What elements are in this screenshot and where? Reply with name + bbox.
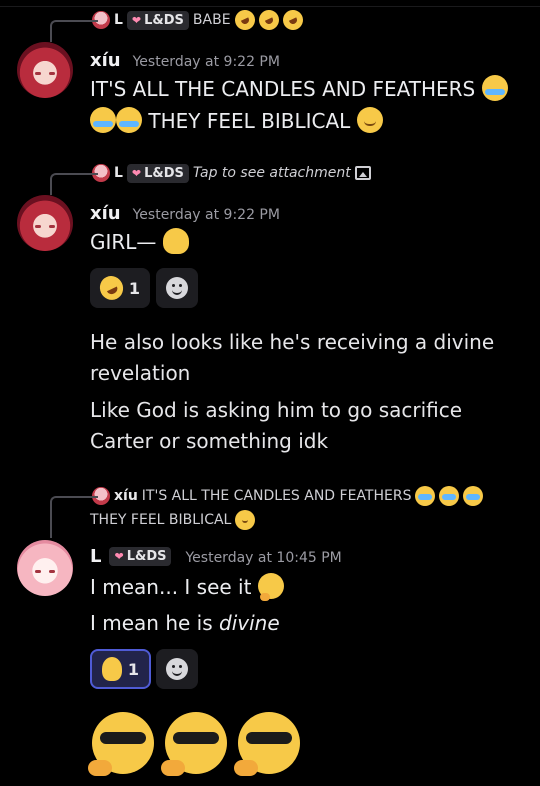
top-divider	[0, 6, 540, 7]
reply-preview-1[interactable]: L ❤ L&DS BABE	[50, 6, 306, 42]
cool-face-icon	[234, 712, 300, 776]
reply-preview-3-line2[interactable]: THEY FEEL BIBLICAL	[90, 508, 256, 532]
reply-spine	[50, 20, 98, 42]
guild-tag[interactable]: ❤ L&DS	[109, 547, 172, 566]
reply-author[interactable]: L	[114, 12, 123, 28]
avatar[interactable]	[17, 195, 73, 251]
reply-preview-2[interactable]: L ❤ L&DS Tap to see attachment	[50, 161, 371, 195]
message-text: Like God is asking him to go sacrifice C…	[90, 398, 463, 453]
timestamp: Yesterday at 9:22 PM	[132, 207, 280, 223]
message-content: He also looks like he's receiving a divi…	[90, 327, 520, 457]
reply-preview-3[interactable]: xíu IT'S ALL THE CANDLES AND FEATHERS	[50, 484, 484, 538]
cool-face-icon	[88, 712, 154, 776]
loudly-crying-face-icon	[415, 486, 436, 506]
reply-text: Tap to see attachment	[192, 165, 351, 181]
message-content: I mean he is divine	[90, 608, 280, 638]
melting-face-icon	[102, 657, 122, 681]
author-name[interactable]: xíu	[90, 50, 121, 71]
timestamp: Yesterday at 9:22 PM	[132, 54, 280, 70]
message-content: IT'S ALL THE CANDLES AND FEATHERS THEY F…	[90, 74, 530, 136]
rolling-on-floor-laughing-icon	[255, 6, 282, 34]
avatar[interactable]	[17, 540, 73, 596]
message-header: xíu Yesterday at 9:22 PM	[90, 203, 280, 224]
reaction-count: 1	[127, 659, 139, 679]
message-text: IT'S ALL THE CANDLES AND FEATHERS	[90, 77, 476, 101]
message-content: GIRL—	[90, 227, 189, 257]
melting-face-icon	[162, 228, 189, 254]
add-reaction-icon	[166, 277, 188, 299]
relieved-face-icon	[356, 107, 383, 133]
reply-spine	[50, 173, 98, 195]
author-name[interactable]: L	[90, 546, 101, 567]
image-icon	[354, 166, 371, 180]
heart-icon: ❤	[131, 166, 142, 180]
reply-author[interactable]: L	[114, 165, 123, 181]
reaction-melting[interactable]: 1	[90, 649, 151, 689]
message-header: L ❤ L&DS Yesterday at 10:45 PM	[90, 546, 342, 567]
rolling-on-floor-laughing-icon	[95, 272, 127, 304]
rolling-on-floor-laughing-icon	[279, 6, 306, 34]
message-header: xíu Yesterday at 9:22 PM	[90, 50, 280, 71]
thinking-face-icon	[257, 573, 284, 601]
loudly-crying-face-icon	[116, 107, 142, 133]
message-text: I mean... I see it	[90, 575, 252, 599]
reply-text: IT'S ALL THE CANDLES AND FEATHERS	[141, 488, 412, 504]
guild-tag[interactable]: ❤ L&DS	[126, 163, 189, 183]
reply-text: BABE	[192, 12, 231, 28]
author-name[interactable]: xíu	[90, 203, 121, 224]
avatar[interactable]	[17, 42, 73, 98]
add-reaction-button[interactable]	[156, 268, 198, 308]
message-text: I mean he is	[90, 611, 220, 635]
guild-tag[interactable]: ❤ L&DS	[126, 10, 189, 30]
heart-icon: ❤	[131, 13, 142, 27]
message-content: I mean... I see it	[90, 572, 284, 602]
loudly-crying-face-icon	[481, 75, 508, 101]
add-reaction-button[interactable]	[156, 649, 198, 689]
reply-author[interactable]: xíu	[114, 488, 138, 504]
message-text: THEY FEEL BIBLICAL	[148, 109, 351, 133]
add-reaction-icon	[166, 658, 188, 680]
loudly-crying-face-icon	[90, 107, 116, 133]
reaction-count: 1	[128, 278, 140, 298]
relieved-face-icon	[235, 510, 256, 530]
reply-text: THEY FEEL BIBLICAL	[90, 512, 232, 528]
rolling-on-floor-laughing-icon	[231, 6, 258, 34]
loudly-crying-face-icon	[463, 486, 484, 506]
loudly-crying-face-icon	[439, 486, 460, 506]
heart-icon: ❤	[114, 550, 124, 563]
message-text: GIRL—	[90, 230, 157, 254]
reaction-rofl[interactable]: 1	[90, 268, 150, 308]
message-emphasis: divine	[219, 611, 280, 635]
timestamp: Yesterday at 10:45 PM	[185, 550, 342, 566]
message-text: He also looks like he's receiving a divi…	[90, 330, 495, 385]
cool-face-icon	[161, 712, 227, 776]
